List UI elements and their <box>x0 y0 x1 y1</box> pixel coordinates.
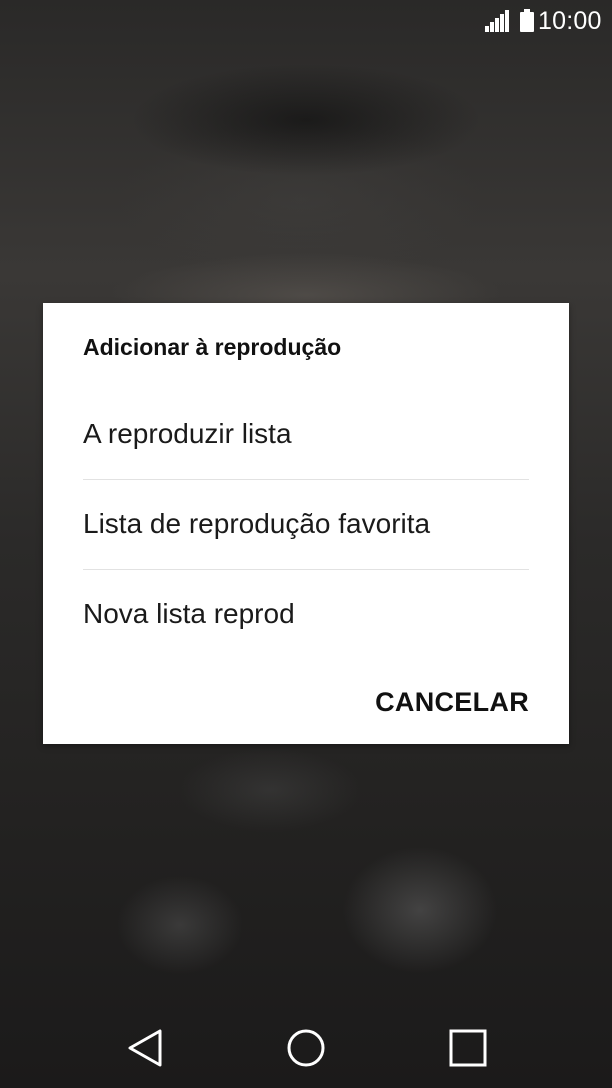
status-bar: 10:00 <box>0 0 612 44</box>
add-to-playlist-dialog: Adicionar à reprodução A reproduzir list… <box>43 303 569 744</box>
home-button[interactable] <box>284 1026 328 1070</box>
option-label: Nova lista reprod <box>83 598 295 629</box>
navigation-bar <box>0 1008 612 1088</box>
back-icon <box>128 1029 162 1067</box>
signal-icon <box>485 10 511 32</box>
option-label: A reproduzir lista <box>83 418 292 449</box>
cancel-button[interactable]: CANCELAR <box>375 685 529 719</box>
option-now-playing-list[interactable]: A reproduzir lista <box>83 390 529 480</box>
dialog-title: Adicionar à reprodução <box>83 334 342 360</box>
option-favorite-playlist[interactable]: Lista de reprodução favorita <box>83 480 529 570</box>
status-time: 10:00 <box>538 7 602 35</box>
option-label: Lista de reprodução favorita <box>83 508 431 539</box>
back-button[interactable] <box>123 1026 167 1070</box>
recents-icon <box>449 1029 487 1067</box>
option-new-playlist[interactable]: Nova lista reprod <box>83 570 529 660</box>
battery-icon <box>520 9 534 32</box>
home-icon <box>287 1029 325 1067</box>
recents-button[interactable] <box>446 1026 490 1070</box>
